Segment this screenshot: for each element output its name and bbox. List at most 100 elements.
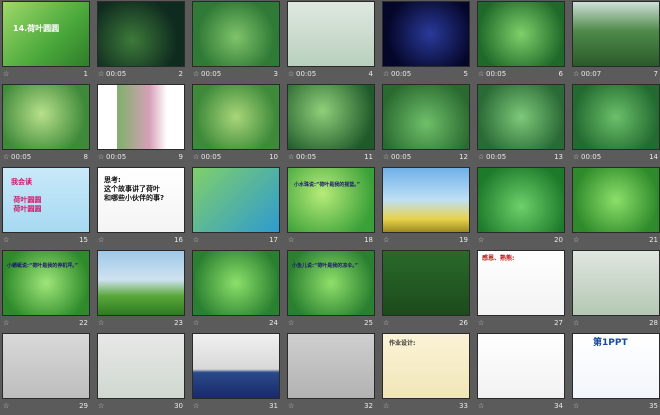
slide-thumbnail-33[interactable]: 作业设计: ☆ 33	[382, 333, 476, 415]
slide-preview[interactable]	[477, 167, 565, 233]
slide-preview[interactable]	[2, 84, 90, 150]
star-icon[interactable]: ☆	[193, 317, 199, 329]
star-icon[interactable]: ☆	[193, 400, 199, 412]
slide-preview[interactable]	[382, 250, 470, 316]
star-icon[interactable]: ☆	[98, 151, 104, 163]
slide-preview[interactable]	[192, 167, 280, 233]
star-icon[interactable]: ☆	[3, 151, 9, 163]
slide-preview[interactable]	[192, 1, 280, 67]
star-icon[interactable]: ☆	[288, 151, 294, 163]
slide-preview[interactable]	[287, 84, 375, 150]
slide-thumbnail-35[interactable]: 第1PPT ☆ 35	[572, 333, 660, 415]
slide-thumbnail-1[interactable]: 14.荷叶圆圆 ☆ 1	[2, 1, 96, 83]
slide-thumbnail-34[interactable]: ☆ 34	[477, 333, 571, 415]
slide-thumbnail-16[interactable]: 思考: 这个故事讲了荷叶 和哪些小伙伴的事? ☆ 16	[97, 167, 191, 249]
slide-thumbnail-19[interactable]: ☆ 19	[382, 167, 476, 249]
slide-thumbnail-27[interactable]: 感恩、熟熊: ☆ 27	[477, 250, 571, 332]
star-icon[interactable]: ☆	[573, 400, 579, 412]
star-icon[interactable]: ☆	[3, 234, 9, 246]
slide-thumbnail-4[interactable]: ☆ 00:05 4	[287, 1, 381, 83]
slide-preview[interactable]: 作业设计:	[382, 333, 470, 399]
slide-preview[interactable]	[572, 84, 660, 150]
slide-preview[interactable]: 小水珠说:“荷叶是我的摇篮。”	[287, 167, 375, 233]
star-icon[interactable]: ☆	[98, 68, 104, 80]
slide-thumbnail-2[interactable]: ☆ 00:05 2	[97, 1, 191, 83]
star-icon[interactable]: ☆	[193, 151, 199, 163]
star-icon[interactable]: ☆	[98, 234, 104, 246]
slide-thumbnail-6[interactable]: ☆ 00:05 6	[477, 1, 571, 83]
slide-preview[interactable]	[477, 1, 565, 67]
slide-preview[interactable]	[572, 250, 660, 316]
star-icon[interactable]: ☆	[573, 151, 579, 163]
slide-thumbnail-24[interactable]: ☆ 24	[192, 250, 286, 332]
star-icon[interactable]: ☆	[383, 68, 389, 80]
star-icon[interactable]: ☆	[478, 317, 484, 329]
slide-thumbnail-30[interactable]: ☆ 30	[97, 333, 191, 415]
star-icon[interactable]: ☆	[98, 400, 104, 412]
slide-thumbnail-17[interactable]: ☆ 17	[192, 167, 286, 249]
star-icon[interactable]: ☆	[383, 400, 389, 412]
slide-preview[interactable]	[97, 1, 185, 67]
slide-preview[interactable]	[192, 250, 280, 316]
slide-preview[interactable]	[477, 333, 565, 399]
slide-preview[interactable]	[572, 1, 660, 67]
slide-thumbnail-3[interactable]: ☆ 00:05 3	[192, 1, 286, 83]
slide-preview[interactable]	[192, 84, 280, 150]
slide-thumbnail-13[interactable]: ☆ 00:05 13	[477, 84, 571, 166]
slide-preview[interactable]	[97, 333, 185, 399]
star-icon[interactable]: ☆	[193, 68, 199, 80]
slide-thumbnail-8[interactable]: ☆ 00:05 8	[2, 84, 96, 166]
slide-thumbnail-25[interactable]: 小鱼儿说:“荷叶是我的凉伞。” ☆ 25	[287, 250, 381, 332]
slide-preview[interactable]	[382, 167, 470, 233]
slide-preview[interactable]	[97, 250, 185, 316]
slide-thumbnail-10[interactable]: ☆ 00:05 10	[192, 84, 286, 166]
slide-thumbnail-32[interactable]: ☆ 32	[287, 333, 381, 415]
star-icon[interactable]: ☆	[478, 234, 484, 246]
slide-preview[interactable]: 14.荷叶圆圆	[2, 1, 90, 67]
slide-preview[interactable]: 感恩、熟熊:	[477, 250, 565, 316]
star-icon[interactable]: ☆	[98, 317, 104, 329]
slide-thumbnail-26[interactable]: ☆ 26	[382, 250, 476, 332]
slide-preview[interactable]: 第1PPT	[572, 333, 660, 399]
slide-preview[interactable]	[382, 84, 470, 150]
star-icon[interactable]: ☆	[478, 400, 484, 412]
slide-preview[interactable]	[382, 1, 470, 67]
slide-thumbnail-9[interactable]: ☆ 00:05 9	[97, 84, 191, 166]
star-icon[interactable]: ☆	[383, 234, 389, 246]
slide-thumbnail-23[interactable]: ☆ 23	[97, 250, 191, 332]
slide-thumbnail-20[interactable]: ☆ 20	[477, 167, 571, 249]
slide-preview[interactable]: 我会读 荷叶圆圆 荷叶圆圆	[2, 167, 90, 233]
slide-thumbnail-18[interactable]: 小水珠说:“荷叶是我的摇篮。” ☆ 18	[287, 167, 381, 249]
slide-preview[interactable]	[572, 167, 660, 233]
star-icon[interactable]: ☆	[288, 400, 294, 412]
slide-thumbnail-28[interactable]: ☆ 28	[572, 250, 660, 332]
slide-thumbnail-15[interactable]: 我会读 荷叶圆圆 荷叶圆圆 ☆ 15	[2, 167, 96, 249]
star-icon[interactable]: ☆	[3, 68, 9, 80]
star-icon[interactable]: ☆	[573, 68, 579, 80]
star-icon[interactable]: ☆	[3, 317, 9, 329]
star-icon[interactable]: ☆	[193, 234, 199, 246]
slide-thumbnail-7[interactable]: ☆ 00:07 7	[572, 1, 660, 83]
star-icon[interactable]: ☆	[573, 234, 579, 246]
slide-preview[interactable]	[287, 1, 375, 67]
star-icon[interactable]: ☆	[478, 151, 484, 163]
slide-preview[interactable]: 思考: 这个故事讲了荷叶 和哪些小伙伴的事?	[97, 167, 185, 233]
star-icon[interactable]: ☆	[288, 234, 294, 246]
slide-preview[interactable]	[287, 333, 375, 399]
star-icon[interactable]: ☆	[288, 68, 294, 80]
slide-thumbnail-29[interactable]: ☆ 29	[2, 333, 96, 415]
star-icon[interactable]: ☆	[288, 317, 294, 329]
star-icon[interactable]: ☆	[3, 400, 9, 412]
slide-thumbnail-31[interactable]: ☆ 31	[192, 333, 286, 415]
star-icon[interactable]: ☆	[383, 317, 389, 329]
slide-thumbnail-12[interactable]: ☆ 00:05 12	[382, 84, 476, 166]
slide-preview[interactable]	[2, 333, 90, 399]
slide-thumbnail-5[interactable]: ☆ 00:05 5	[382, 1, 476, 83]
star-icon[interactable]: ☆	[478, 68, 484, 80]
slide-preview[interactable]	[97, 84, 185, 150]
slide-thumbnail-21[interactable]: ☆ 21	[572, 167, 660, 249]
slide-thumbnail-11[interactable]: ☆ 00:05 11	[287, 84, 381, 166]
slide-preview[interactable]	[192, 333, 280, 399]
star-icon[interactable]: ☆	[383, 151, 389, 163]
star-icon[interactable]: ☆	[573, 317, 579, 329]
